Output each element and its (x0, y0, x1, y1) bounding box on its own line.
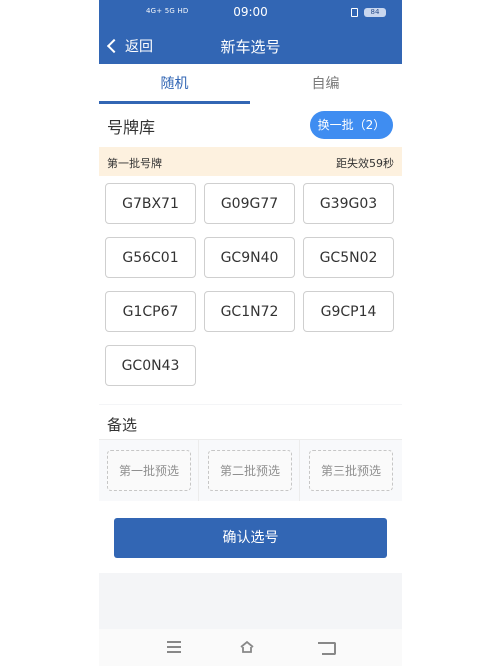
system-navigation-bar (99, 629, 402, 666)
plate-option[interactable]: GC1N72 (204, 291, 295, 332)
plate-option[interactable]: G39G03 (303, 183, 394, 224)
phone-screen: 4G+ 5G HD 09:00 84 返回 新车选号 随机 自编 号牌库 换一批… (99, 0, 402, 666)
navigation-bar: 返回 新车选号 (99, 28, 402, 64)
tab-custom[interactable]: 自编 (250, 64, 401, 104)
plate-option[interactable]: G7BX71 (105, 183, 196, 224)
tab-bar: 随机 自编 (99, 64, 402, 104)
confirm-button[interactable]: 确认选号 (114, 518, 387, 558)
battery-icon: 84 (364, 8, 386, 17)
page-title: 新车选号 (220, 38, 281, 56)
menu-icon[interactable] (167, 641, 181, 643)
alternate-title: 备选 (107, 416, 138, 434)
alternate-slots: 第一批预选 第二批预选 第三批预选 (99, 439, 402, 501)
plate-option[interactable]: GC0N43 (105, 345, 196, 386)
status-right-group: 84 (351, 8, 386, 17)
plate-library-title: 号牌库 (107, 118, 156, 137)
alternate-slot-3[interactable]: 第三批预选 (309, 450, 393, 491)
plate-option[interactable]: GC5N02 (303, 237, 394, 278)
vibration-icon (351, 8, 358, 17)
refresh-batch-button[interactable]: 换一批（2） (310, 111, 393, 139)
plate-option[interactable]: G9CP14 (303, 291, 394, 332)
plate-option[interactable]: G1CP67 (105, 291, 196, 332)
confirm-section: 确认选号 (99, 501, 402, 573)
status-bar: 4G+ 5G HD 09:00 84 (99, 0, 402, 28)
alternate-cell: 第二批预选 (200, 440, 300, 501)
plate-option[interactable]: GC9N40 (204, 237, 295, 278)
alternate-cell: 第三批预选 (301, 440, 401, 501)
alternate-slot-1[interactable]: 第一批预选 (107, 450, 191, 491)
tab-random[interactable]: 随机 (99, 64, 250, 104)
alternate-slot-2[interactable]: 第二批预选 (208, 450, 292, 491)
batch-label: 第一批号牌 (107, 157, 162, 170)
plate-option[interactable]: G56C01 (105, 237, 196, 278)
alternate-section: 备选 第一批预选 第二批预选 第三批预选 (99, 405, 402, 501)
plate-library-section: 号牌库 换一批（2） 第一批号牌 距失效59秒 G7BX71 G09G77 G3… (99, 104, 402, 404)
batch-notice: 第一批号牌 距失效59秒 (99, 147, 402, 176)
home-icon[interactable] (239, 639, 255, 655)
plate-option[interactable]: G09G77 (204, 183, 295, 224)
alternate-cell: 第一批预选 (99, 440, 199, 501)
countdown-text: 距失效59秒 (336, 157, 394, 170)
back-icon[interactable] (318, 642, 336, 655)
top-bar: 4G+ 5G HD 09:00 84 返回 新车选号 (99, 0, 402, 64)
